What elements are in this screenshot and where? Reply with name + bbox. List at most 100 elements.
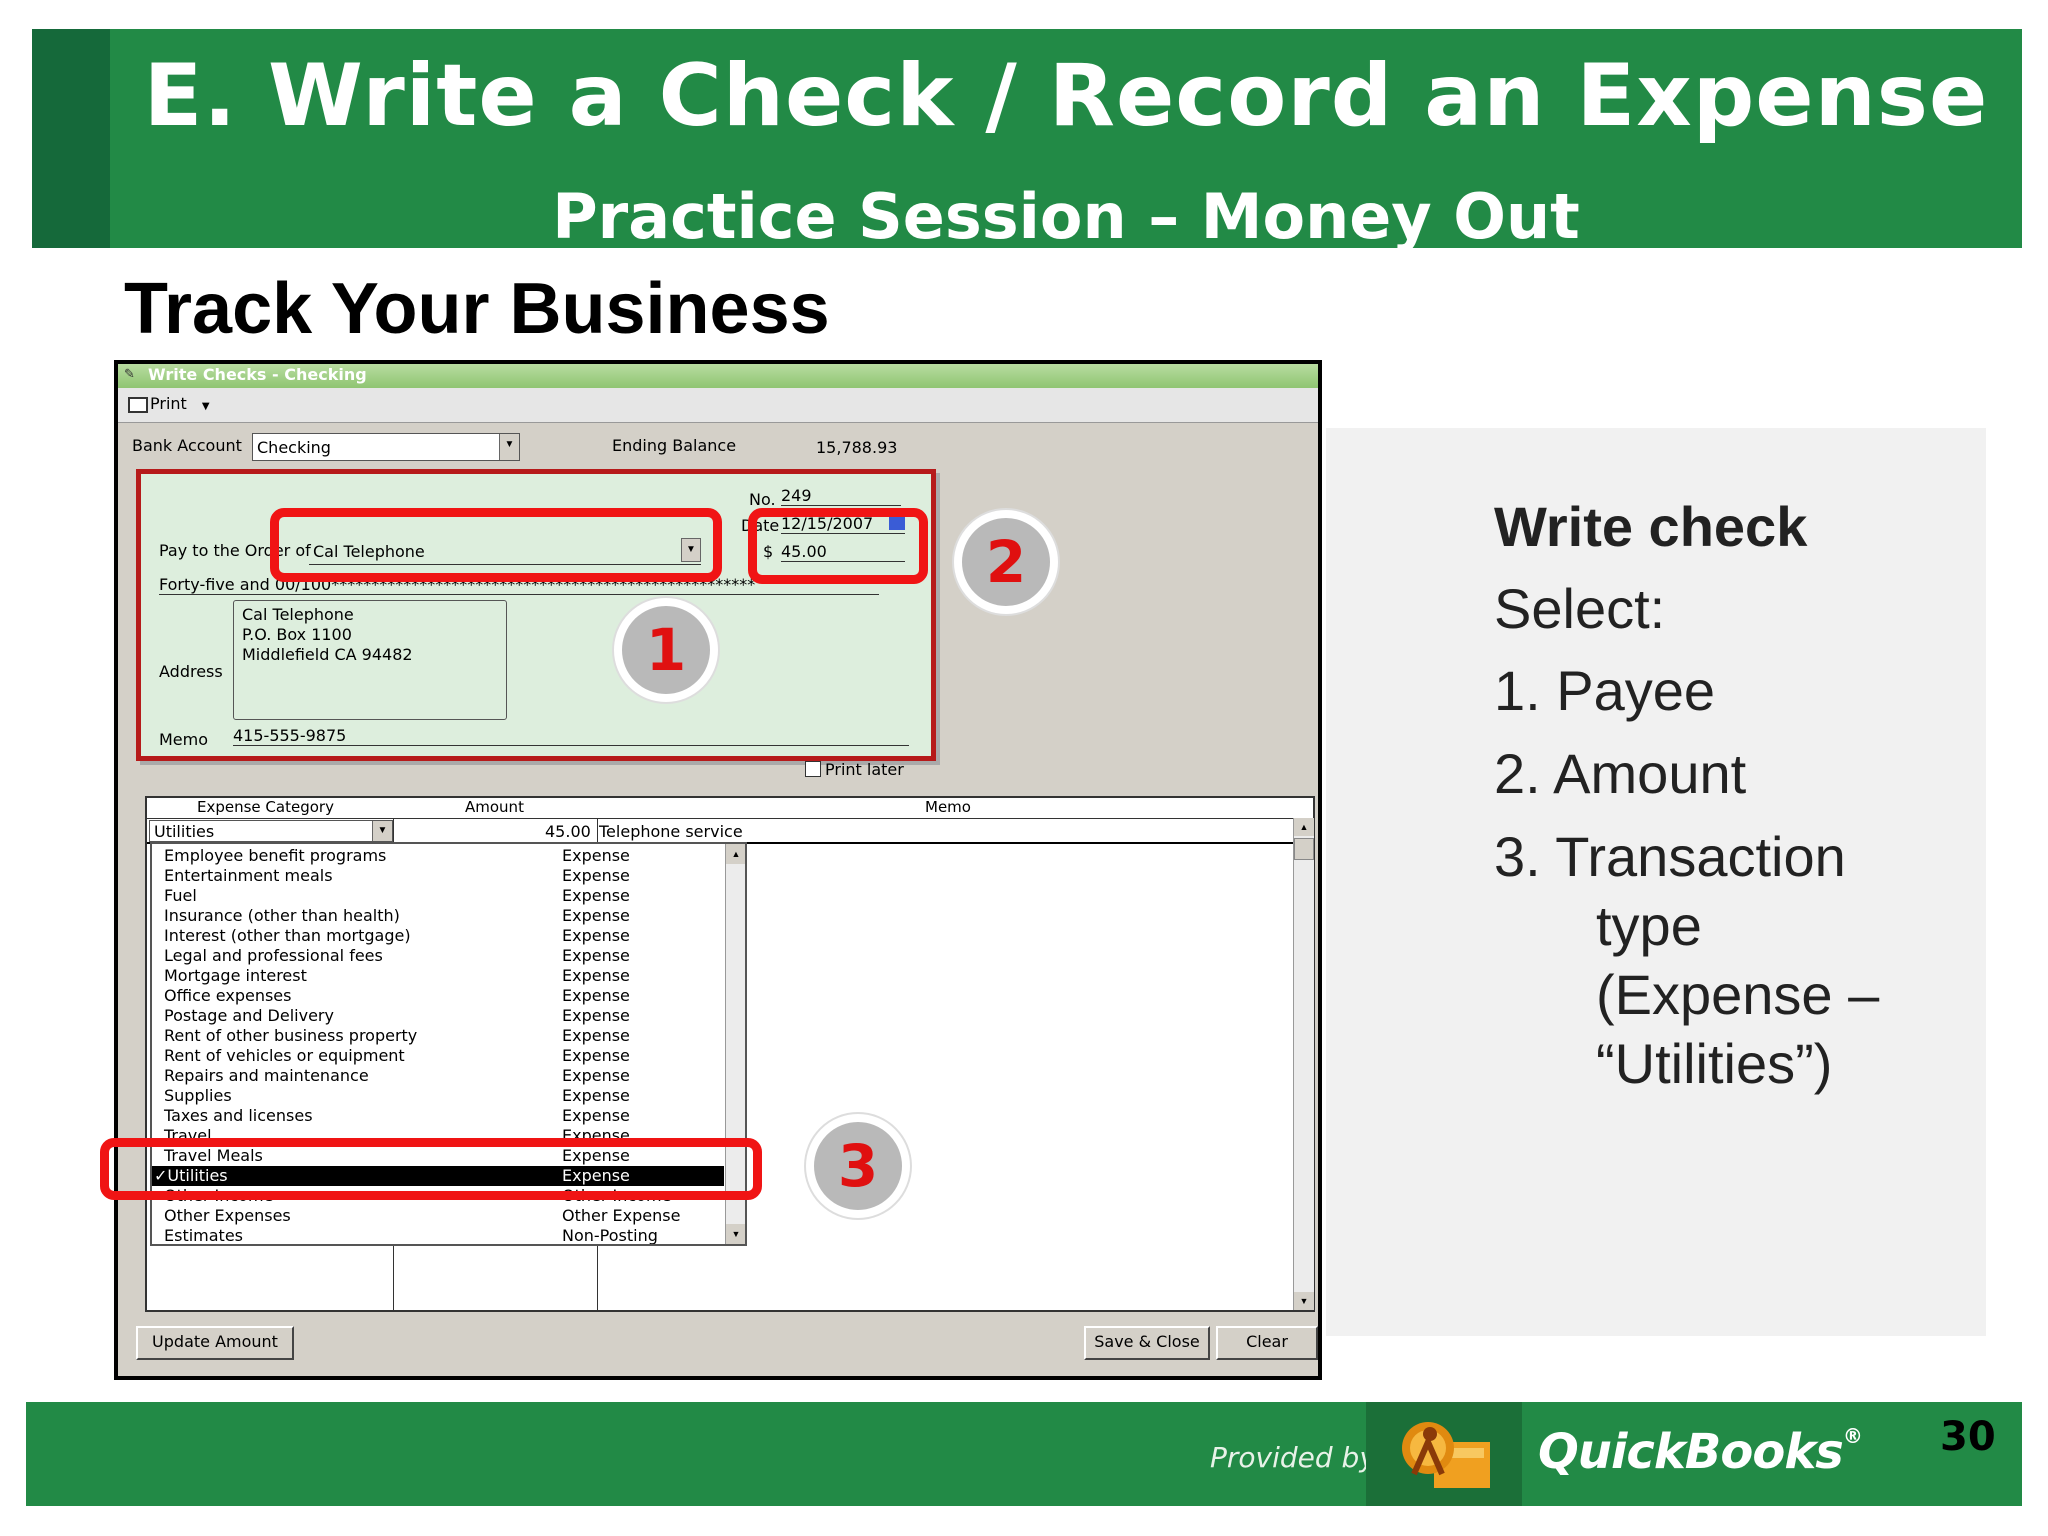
memo-field[interactable]: 415-555-9875 (233, 726, 909, 746)
dropdown-item-type: Expense (562, 906, 630, 925)
bank-account-select[interactable]: Checking ▼ (252, 433, 520, 461)
dropdown-item-type: Expense (562, 866, 630, 885)
dropdown-item[interactable]: Fuel Expense (152, 886, 724, 906)
dropdown-item-name: Estimates (164, 1226, 244, 1245)
instruction-line: Select: (1494, 577, 1666, 640)
dropdown-item-type: Expense (562, 1066, 630, 1085)
callout-badge-3: 3 (806, 1114, 910, 1218)
header-accent (32, 29, 110, 248)
registered-mark: ® (1842, 1424, 1863, 1448)
scroll-down-icon[interactable]: ▼ (1294, 1292, 1314, 1310)
check-number-label: No. (749, 490, 776, 509)
dropdown-item-name: Rent of other business property (164, 1026, 418, 1045)
category-value: Utilities (154, 822, 215, 841)
column-header-memo: Memo (925, 798, 971, 816)
row-amount[interactable]: 45.00 (545, 822, 591, 841)
dropdown-item-type: Expense (562, 926, 630, 945)
dropdown-item-name: Other Expenses (164, 1206, 291, 1225)
footer-brand-name: QuickBooks (1538, 1424, 1844, 1480)
dropdown-item-type: Expense (562, 1106, 630, 1125)
chevron-down-icon[interactable]: ▼ (372, 821, 392, 841)
print-later-checkbox[interactable] (805, 761, 821, 777)
dropdown-item[interactable]: Employee benefit programs Expense (152, 846, 724, 866)
dropdown-item-type: Expense (562, 1006, 630, 1025)
instruction-line: “Utilities”) (1596, 1032, 1833, 1095)
bank-account-label: Bank Account (132, 436, 242, 455)
address-line: Cal Telephone (242, 605, 354, 624)
chevron-down-icon: ▼ (201, 401, 210, 412)
dropdown-item[interactable]: Insurance (other than health) Expense (152, 906, 724, 926)
dropdown-item[interactable]: Entertainment meals Expense (152, 866, 724, 886)
table-row[interactable]: Utilities ▼ 45.00 Telephone service (147, 818, 1293, 844)
chevron-down-icon[interactable]: ▼ (499, 434, 519, 460)
dropdown-item-name: Entertainment meals (164, 866, 333, 885)
dropdown-item[interactable]: Taxes and licenses Expense (152, 1106, 724, 1126)
dropdown-item-type: Expense (562, 966, 630, 985)
section-title: Track Your Business (124, 269, 830, 349)
window-title-bar: ✎ Write Checks - Checking (118, 364, 1318, 388)
column-header-amount: Amount (465, 798, 524, 816)
dropdown-item-type: Expense (562, 886, 630, 905)
utilities-highlight (100, 1138, 762, 1200)
update-amount-button[interactable]: Update Amount (136, 1326, 294, 1360)
dropdown-item[interactable]: Rent of vehicles or equipment Expense (152, 1046, 724, 1066)
address-box[interactable]: Cal Telephone P.O. Box 1100 Middlefield … (233, 600, 507, 720)
dropdown-item[interactable]: Office expenses Expense (152, 986, 724, 1006)
dropdown-item-name: Interest (other than mortgage) (164, 926, 411, 945)
dropdown-item[interactable]: Repairs and maintenance Expense (152, 1066, 724, 1086)
dropdown-item-type: Other Expense (562, 1206, 681, 1225)
save-close-button[interactable]: Save & Close (1084, 1326, 1210, 1360)
slide-subtitle: Practice Session – Money Out (552, 180, 1580, 248)
page-number: 30 (1940, 1414, 1996, 1460)
dropdown-item[interactable]: Legal and professional fees Expense (152, 946, 724, 966)
amount-highlight (748, 508, 928, 584)
instruction-heading: Write check (1494, 495, 1808, 558)
dropdown-item-name: Legal and professional fees (164, 946, 383, 965)
check-number-field[interactable]: 249 (781, 486, 901, 506)
subtitle-clip: Practice Session – Money Out (110, 29, 2022, 248)
dropdown-item[interactable]: Interest (other than mortgage) Expense (152, 926, 724, 946)
instruction-line: (Expense – (1596, 963, 1880, 1026)
instruction-line: 1. Payee (1494, 659, 1716, 722)
footer-brand: QuickBooks® (1538, 1424, 1863, 1480)
dropdown-item[interactable]: Estimates Non-Posting (152, 1226, 724, 1245)
dropdown-item-type: Expense (562, 1026, 630, 1045)
address-line: P.O. Box 1100 (242, 625, 352, 644)
print-label: Print (150, 394, 187, 413)
row-memo[interactable]: Telephone service (599, 822, 743, 841)
dropdown-item-type: Expense (562, 946, 630, 965)
dropdown-item[interactable]: Postage and Delivery Expense (152, 1006, 724, 1026)
instruction-line: 2. Amount (1494, 742, 1747, 805)
print-button[interactable]: Print ▼ (128, 394, 210, 413)
dropdown-item[interactable]: Supplies Expense (152, 1086, 724, 1106)
scroll-thumb[interactable] (1294, 838, 1314, 860)
grid-scrollbar[interactable]: ▲ ▼ (1293, 818, 1314, 1310)
dropdown-item[interactable]: Other Expenses Other Expense (152, 1206, 724, 1226)
category-select[interactable]: Utilities ▼ (149, 820, 393, 842)
dropdown-item-type: Non-Posting (562, 1226, 658, 1245)
dropdown-item[interactable]: Rent of other business property Expense (152, 1026, 724, 1046)
clear-button[interactable]: Clear (1216, 1326, 1318, 1360)
dropdown-item-name: Rent of vehicles or equipment (164, 1046, 405, 1065)
ending-balance-value: 15,788.93 (816, 438, 898, 457)
dropdown-item-type: Expense (562, 986, 630, 1005)
dropdown-item-name: Mortgage interest (164, 966, 307, 985)
dropdown-item-type: Expense (562, 1086, 630, 1105)
scroll-up-icon[interactable]: ▲ (1294, 818, 1314, 836)
print-later-label: Print later (825, 760, 904, 779)
dropdown-item-name: Postage and Delivery (164, 1006, 334, 1025)
callout-badge-2: 2 (954, 510, 1058, 614)
dropdown-item-name: Office expenses (164, 986, 292, 1005)
scroll-down-icon[interactable]: ▼ (726, 1224, 745, 1244)
printer-icon (128, 396, 148, 413)
dropdown-item[interactable]: Mortgage interest Expense (152, 966, 724, 986)
dropdown-item-name: Employee benefit programs (164, 846, 387, 865)
dropdown-item-type: Expense (562, 846, 630, 865)
column-header-category: Expense Category (197, 798, 334, 816)
scroll-up-icon[interactable]: ▲ (726, 844, 745, 864)
footer-provided-by: Provided by (1210, 1441, 1376, 1474)
dropdown-item-name: Supplies (164, 1086, 232, 1105)
dropdown-item-name: Fuel (164, 886, 197, 905)
bank-account-value: Checking (257, 438, 331, 457)
ending-balance-label: Ending Balance (612, 436, 737, 455)
